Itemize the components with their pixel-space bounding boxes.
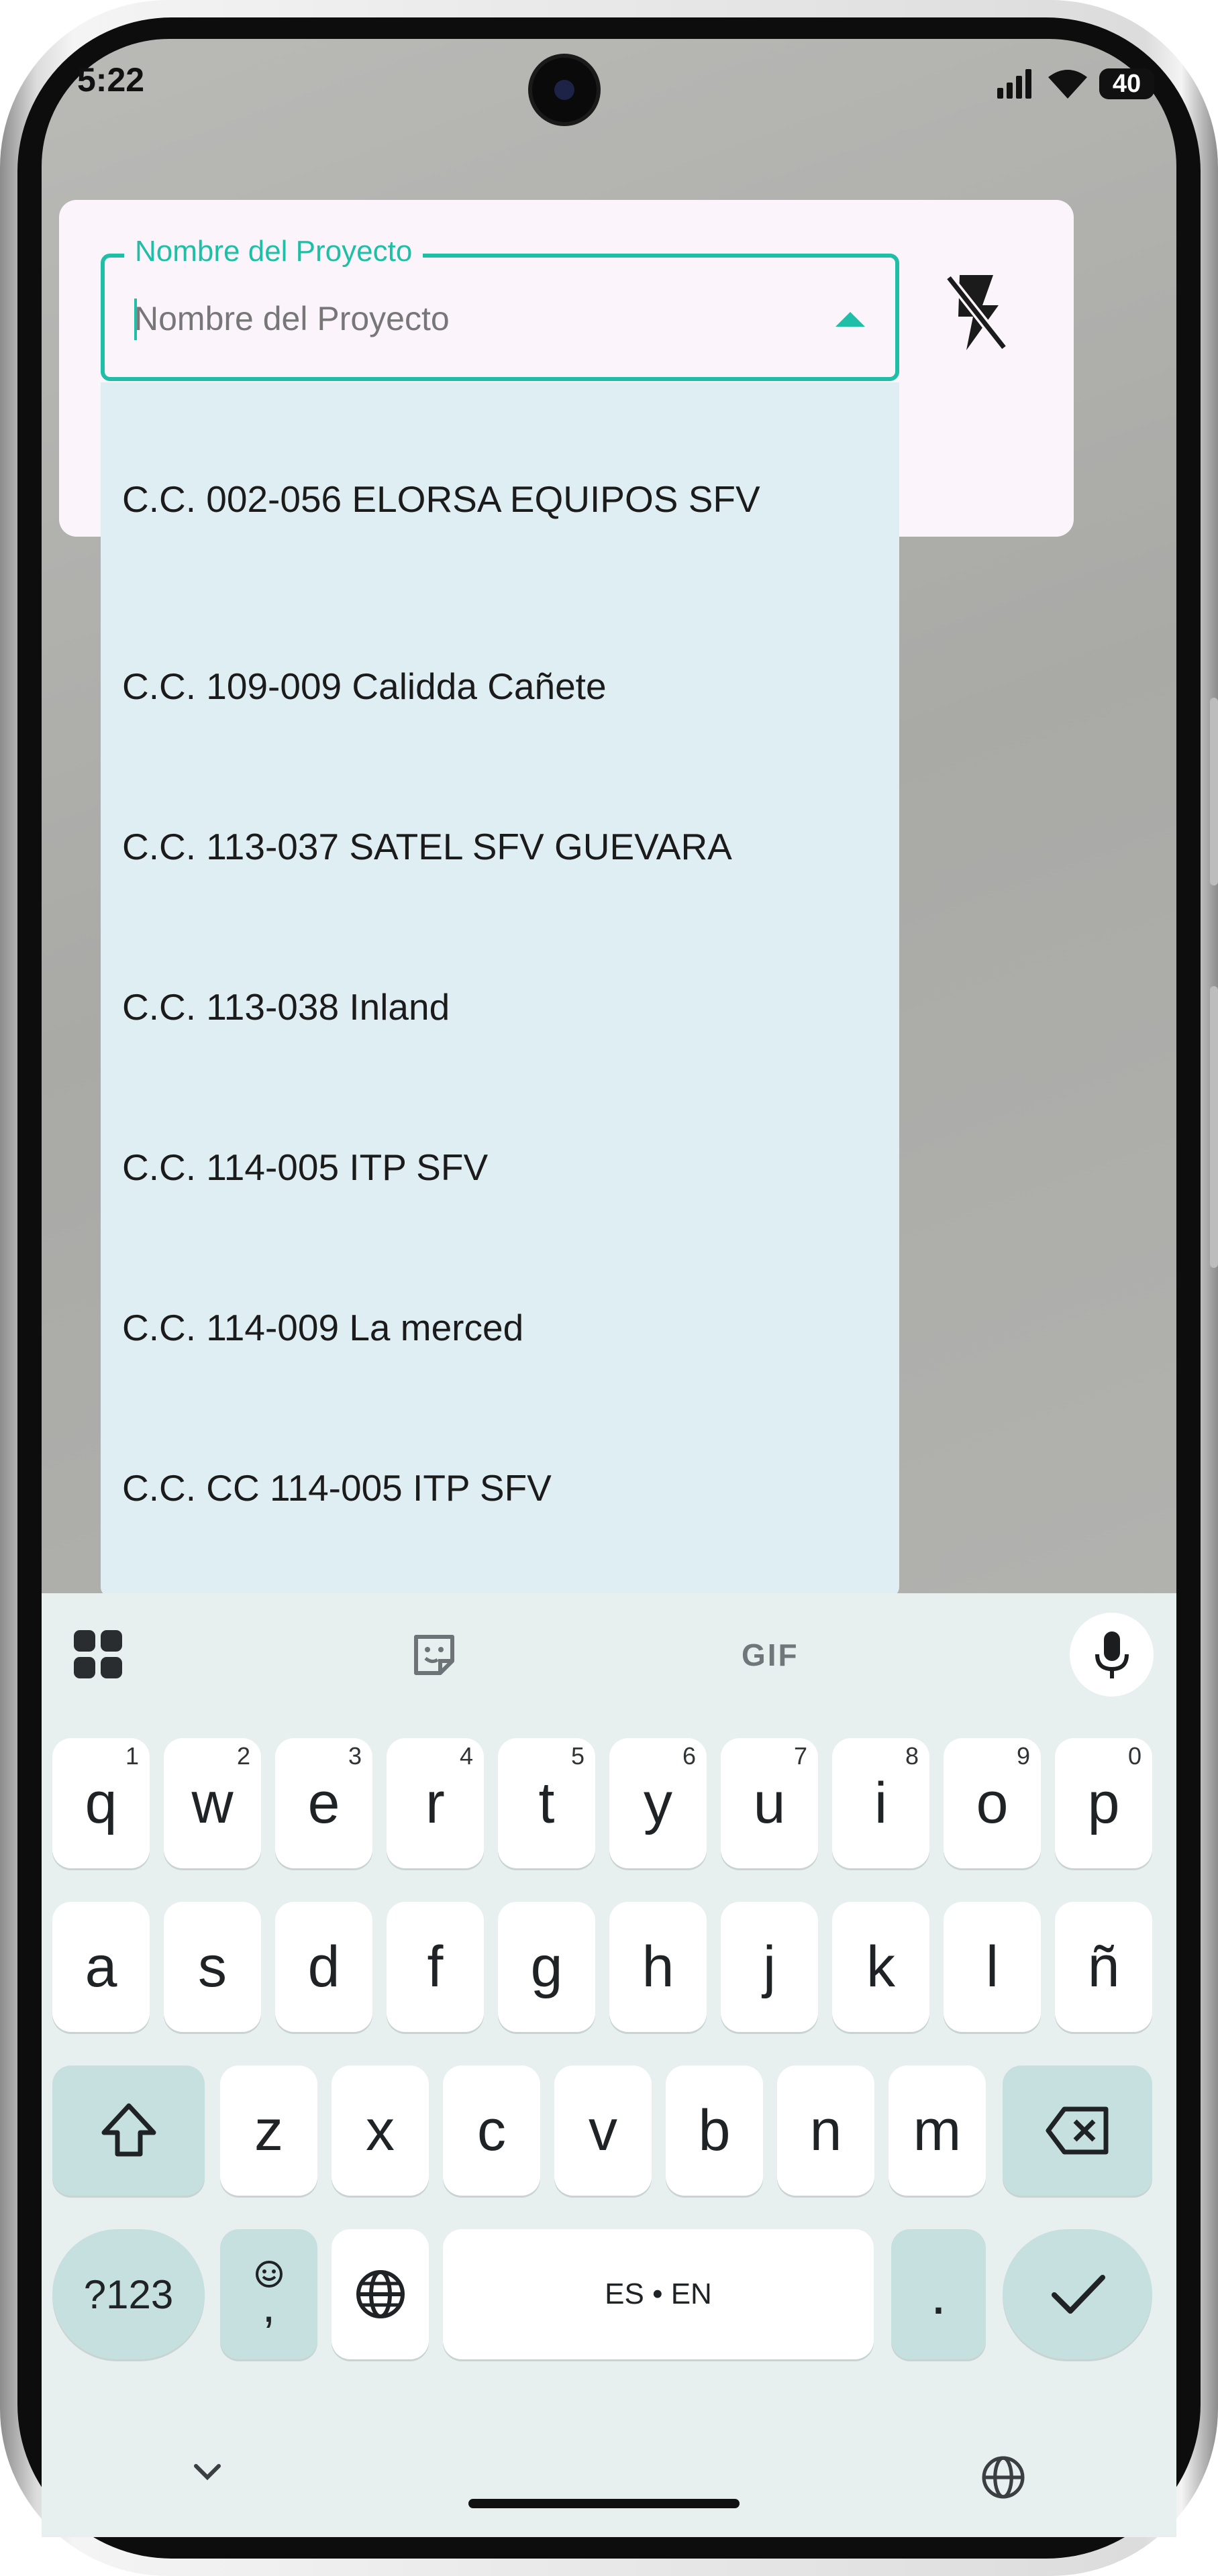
- key-i[interactable]: i8: [832, 1738, 929, 1868]
- key-u[interactable]: u7: [721, 1738, 818, 1868]
- project-name-label: Nombre del Proyecto: [124, 235, 423, 268]
- microphone-icon: [1095, 1631, 1129, 1678]
- key-n[interactable]: n: [777, 2065, 874, 2196]
- dropdown-option[interactable]: C.C. 109-009 Calidda Cañete: [122, 665, 607, 708]
- hide-keyboard-chevron-icon[interactable]: [192, 2462, 223, 2482]
- sticker-icon[interactable]: [411, 1631, 458, 1678]
- key-k[interactable]: k: [832, 1902, 929, 2032]
- language-key[interactable]: [332, 2229, 429, 2359]
- language-globe-icon[interactable]: [980, 2454, 1027, 2501]
- shift-icon: [101, 2103, 156, 2157]
- key-e[interactable]: e3: [275, 1738, 372, 1868]
- wifi-icon: [1048, 70, 1087, 99]
- apps-grid-icon[interactable]: [72, 1629, 123, 1680]
- dropdown-option[interactable]: C.C. 113-037 SATEL SFV GUEVARA: [122, 825, 732, 868]
- key-v[interactable]: v: [554, 2065, 652, 2196]
- flash-off-icon[interactable]: [940, 268, 1013, 356]
- key-z[interactable]: z: [220, 2065, 317, 2196]
- status-time: 5:22: [77, 61, 145, 99]
- backspace-key[interactable]: [1003, 2065, 1152, 2196]
- space-bar[interactable]: ES • EN: [443, 2229, 874, 2359]
- dropdown-arrow-up-icon[interactable]: [835, 312, 865, 327]
- battery-indicator: 40: [1099, 68, 1154, 99]
- key-j[interactable]: j: [721, 1902, 818, 2032]
- key-f[interactable]: f: [387, 1902, 484, 2032]
- dropdown-option[interactable]: C.C. 114-009 La merced: [122, 1306, 523, 1349]
- key-y[interactable]: y6: [609, 1738, 707, 1868]
- key-q[interactable]: q1: [52, 1738, 150, 1868]
- dropdown-option[interactable]: C.C. 002-056 ELORSA EQUIPOS SFV: [122, 478, 760, 521]
- key-l[interactable]: l: [944, 1902, 1041, 2032]
- symbols-key[interactable]: ?123: [52, 2229, 205, 2359]
- key-m[interactable]: m: [889, 2065, 986, 2196]
- backspace-icon: [1046, 2106, 1108, 2155]
- status-icons: 40: [996, 67, 1154, 101]
- emoji-comma-key[interactable]: ,: [220, 2229, 317, 2359]
- project-name-input[interactable]: [134, 295, 805, 342]
- key-o[interactable]: o9: [944, 1738, 1041, 1868]
- home-indicator[interactable]: [468, 2499, 740, 2508]
- key-enye[interactable]: ñ: [1055, 1902, 1152, 2032]
- key-g[interactable]: g: [498, 1902, 595, 2032]
- period-key[interactable]: .: [891, 2229, 986, 2359]
- key-b[interactable]: b: [666, 2065, 763, 2196]
- front-camera: [528, 54, 601, 126]
- key-c[interactable]: c: [443, 2065, 540, 2196]
- key-d[interactable]: d: [275, 1902, 372, 2032]
- key-a[interactable]: a: [52, 1902, 150, 2032]
- volume-button: [1210, 698, 1218, 885]
- key-w[interactable]: w2: [164, 1738, 261, 1868]
- shift-key[interactable]: [52, 2065, 205, 2196]
- key-r[interactable]: r4: [387, 1738, 484, 1868]
- key-x[interactable]: x: [332, 2065, 429, 2196]
- checkmark-icon: [1051, 2275, 1105, 2314]
- key-h[interactable]: h: [609, 1902, 707, 2032]
- dropdown-option[interactable]: C.C. 114-005 ITP SFV: [122, 1146, 488, 1189]
- key-s[interactable]: s: [164, 1902, 261, 2032]
- dropdown-option[interactable]: C.C. 113-038 Inland: [122, 985, 450, 1028]
- power-button: [1210, 986, 1218, 1268]
- dropdown-option[interactable]: C.C. CC 114-005 ITP SFV: [122, 1466, 552, 1509]
- gif-button[interactable]: GIF: [742, 1637, 799, 1673]
- globe-icon: [356, 2270, 405, 2318]
- signal-icon: [997, 69, 1031, 99]
- key-p[interactable]: p0: [1055, 1738, 1152, 1868]
- key-t[interactable]: t5: [498, 1738, 595, 1868]
- done-key[interactable]: [1003, 2229, 1152, 2359]
- text-caret: [134, 299, 137, 340]
